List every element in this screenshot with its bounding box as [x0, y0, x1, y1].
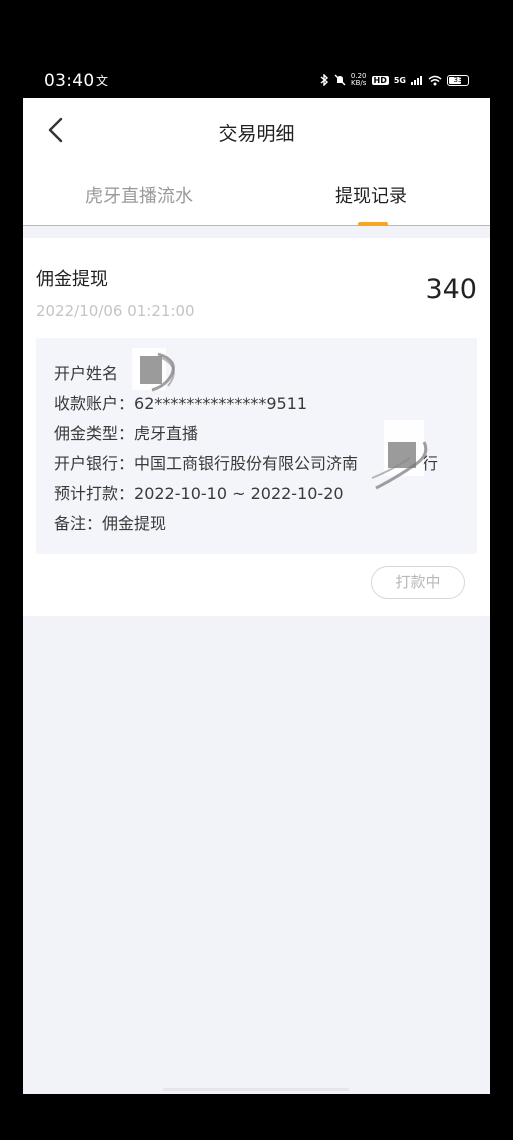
- status-bar: 03:40 文 0.20 KB/s HD 5G 33: [0, 60, 513, 100]
- redaction-mark: [132, 348, 175, 392]
- detail-value: 中国工商银行股份有限公司济南: [134, 454, 359, 473]
- detail-label: 开户姓名: [54, 364, 119, 383]
- detail-label: 收款账户：: [54, 394, 135, 413]
- detail-row-expected-payment: 预计打款：2022-10-10 ~ 2022-10-20: [54, 480, 344, 504]
- detail-row-bank: 开户银行：中国工商银行股份有限公司济南: [54, 450, 358, 474]
- redaction-mark: [371, 420, 428, 490]
- record-amount: 340: [425, 274, 477, 305]
- detail-label: 佣金类型：: [54, 424, 135, 443]
- detail-row-commission-type: 佣金类型：虎牙直播: [54, 420, 198, 444]
- battery-level: 33: [453, 75, 463, 84]
- record-details: 开户姓名 收款账户：62**************9511 佣金类型：虎牙直播…: [36, 338, 477, 554]
- detail-label: 预计打款：: [54, 484, 135, 503]
- detail-value: 2022-10-10 ~ 2022-10-20: [134, 484, 344, 503]
- input-method-icon: 文: [96, 74, 109, 88]
- detail-label: 备注：: [54, 514, 103, 533]
- wifi-icon: [428, 75, 442, 85]
- net-speed: 0.20 KB/s: [351, 73, 367, 87]
- status-time: 03:40: [44, 71, 95, 91]
- tab-withdraw-records[interactable]: 提现记录: [335, 182, 407, 208]
- record-datetime: 2022/10/06 01:21:00: [36, 302, 195, 320]
- tab-huya-flow[interactable]: 虎牙直播流水: [85, 182, 193, 208]
- detail-row-account-name: 开户姓名: [54, 360, 118, 384]
- tab-bar: 虎牙直播流水 提现记录: [23, 164, 490, 226]
- detail-value: 虎牙直播: [134, 424, 199, 443]
- battery-icon: 33: [447, 74, 469, 86]
- status-icons: 0.20 KB/s HD 5G 33: [319, 73, 469, 87]
- home-indicator[interactable]: [163, 1088, 349, 1091]
- detail-row-remark: 备注：佣金提现: [54, 510, 166, 534]
- header: 交易明细: [23, 98, 490, 164]
- withdraw-record-card[interactable]: 佣金提现 340 2022/10/06 01:21:00 开户姓名 收款账户：6…: [23, 238, 490, 616]
- detail-label: 开户银行：: [54, 454, 135, 473]
- detail-value: 佣金提现: [102, 514, 167, 533]
- payment-status-button[interactable]: 打款中: [371, 566, 465, 599]
- hd-badge: HD: [371, 75, 389, 85]
- bluetooth-icon: [320, 74, 328, 86]
- signal-icon: [411, 76, 422, 85]
- app-screen: 交易明细 虎牙直播流水 提现记录 佣金提现 340 2022/10/06 01:…: [23, 98, 490, 1094]
- net-speed-unit: KB/s: [351, 79, 367, 87]
- record-title: 佣金提现: [36, 269, 108, 290]
- page-title: 交易明细: [218, 123, 295, 145]
- tab-indicator: [358, 222, 388, 226]
- detail-value: 62**************9511: [134, 394, 308, 413]
- mute-icon: [334, 74, 346, 86]
- signal-label: 5G: [393, 75, 406, 85]
